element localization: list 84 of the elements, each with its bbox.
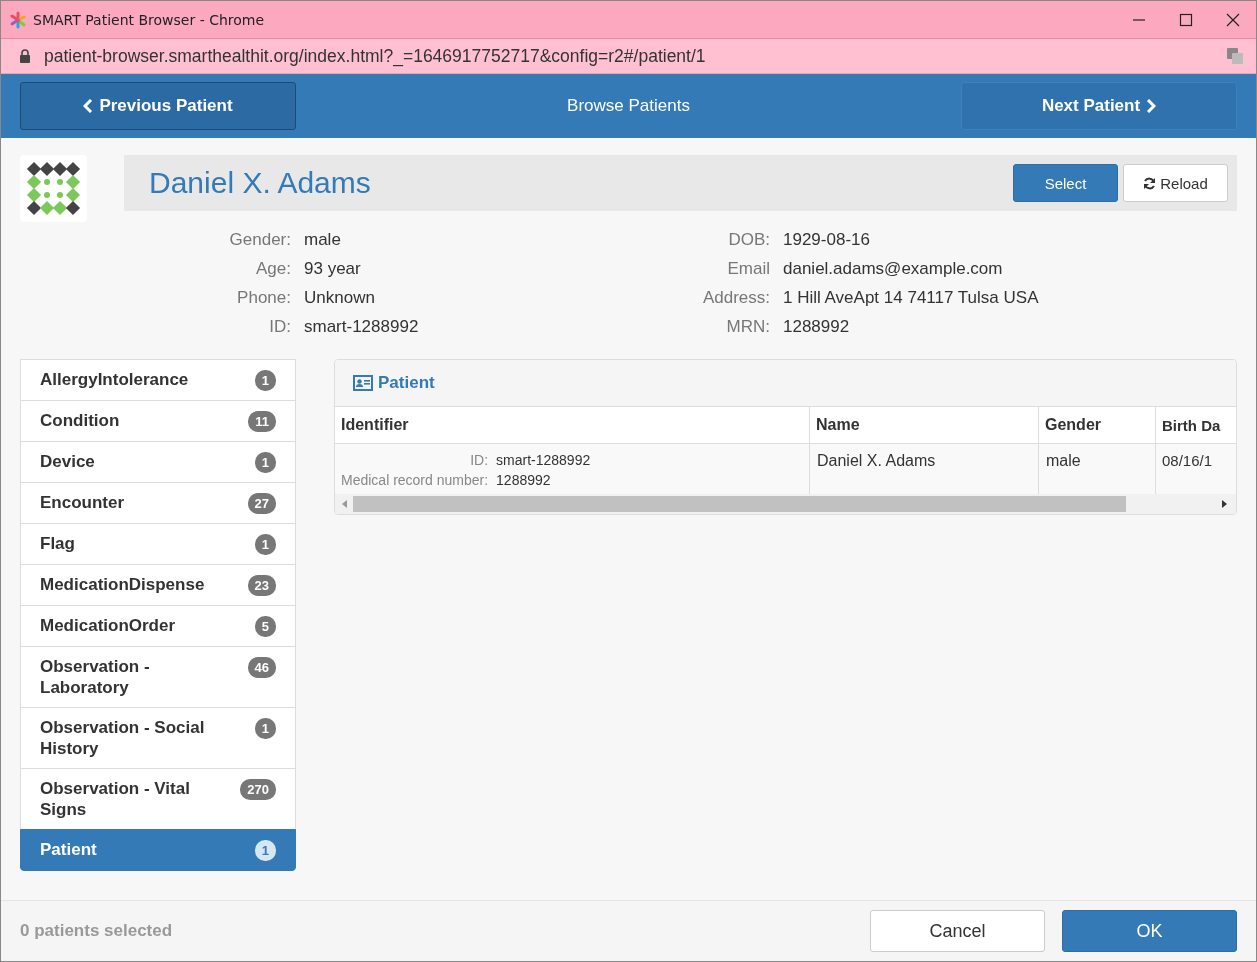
window-title: SMART Patient Browser - Chrome <box>33 11 266 28</box>
count-badge: 46 <box>247 657 276 678</box>
sidebar-item[interactable]: AllergyIntolerance 1 <box>20 359 296 401</box>
select-button[interactable]: Select <box>1013 164 1118 202</box>
selection-status: 0 patients selected <box>20 921 173 941</box>
column-header[interactable]: Identifier <box>335 407 810 444</box>
detail-value: daniel.adams@example.com <box>783 258 1004 280</box>
app-icon <box>9 10 27 29</box>
detail-value: 93 year <box>304 258 362 280</box>
sidebar-item[interactable]: Device 1 <box>20 441 296 483</box>
count-badge: 1 <box>254 370 276 391</box>
count-badge: 23 <box>247 575 276 596</box>
next-patient-button[interactable]: Next Patient <box>961 82 1237 130</box>
identifier-label: Medical record number: <box>341 471 489 490</box>
sidebar-item[interactable]: Observation - Laboratory 46 <box>20 646 296 708</box>
column-header[interactable]: Birth Da <box>1155 407 1236 444</box>
close-icon[interactable] <box>1226 12 1240 27</box>
detail-label: Phone: <box>236 287 291 309</box>
detail-value: 1929-08-16 <box>783 229 871 251</box>
item-label: Observation - Social History <box>40 717 206 759</box>
count-badge: 1 <box>254 718 276 739</box>
patient-avatar <box>20 155 87 222</box>
table-cell: Daniel X. Adams <box>809 443 1039 494</box>
detail-value: smart-1288992 <box>304 316 420 338</box>
sidebar-item[interactable]: MedicationDispense 23 <box>20 564 296 606</box>
count-badge: 5 <box>254 616 276 637</box>
detail-label: DOB: <box>727 229 770 251</box>
identifier-value: 1288992 <box>496 471 552 490</box>
item-label: Observation - Vital Signs <box>40 778 191 820</box>
detail-label: ID: <box>268 316 291 338</box>
patient-name: Daniel X. Adams <box>149 166 371 200</box>
detail-label: Email <box>726 258 770 280</box>
count-badge: 1 <box>254 452 276 473</box>
count-badge: 270 <box>240 779 276 800</box>
sidebar-item[interactable]: Patient 1 <box>20 829 296 871</box>
item-label: AllergyIntolerance <box>40 369 190 390</box>
count-badge: 1 <box>254 840 276 861</box>
count-badge: 11 <box>248 411 276 432</box>
scroll-left-icon <box>341 500 349 508</box>
item-label: MedicationDispense <box>40 574 206 595</box>
identifier-label: ID: <box>469 451 489 470</box>
sidebar-item[interactable]: Flag 1 <box>20 523 296 565</box>
chevron-right-icon <box>1146 99 1157 113</box>
item-label: Flag <box>40 533 76 554</box>
refresh-icon <box>1143 176 1157 190</box>
item-label: Observation - Laboratory <box>40 656 151 698</box>
detail-label: MRN: <box>725 316 770 338</box>
count-badge: 1 <box>254 534 276 555</box>
item-label: Patient <box>40 839 98 860</box>
sidebar-item[interactable]: Observation - Vital Signs 270 <box>20 768 296 830</box>
item-label: Condition <box>40 410 121 431</box>
cancel-button[interactable]: Cancel <box>870 910 1045 952</box>
table-cell: male <box>1038 443 1156 494</box>
detail-value: male <box>304 229 342 251</box>
detail-label: Age: <box>255 258 291 280</box>
scrollbar-thumb[interactable] <box>353 496 1126 512</box>
column-header[interactable]: Name <box>809 407 1039 444</box>
panel-title: Patient <box>378 373 435 393</box>
ok-button[interactable]: OK <box>1062 910 1237 952</box>
previous-patient-button[interactable]: Previous Patient <box>20 82 296 130</box>
item-label: MedicationOrder <box>40 615 177 636</box>
id-card-icon <box>353 375 373 391</box>
maximize-icon[interactable] <box>1179 12 1193 27</box>
identifier-value: smart-1288992 <box>496 451 591 470</box>
count-badge: 27 <box>247 493 276 514</box>
detail-value: Unknown <box>304 287 376 309</box>
sidebar-item[interactable]: Encounter 27 <box>20 482 296 524</box>
detail-label: Gender: <box>228 229 291 251</box>
sidebar-item[interactable]: Observation - Social History 1 <box>20 707 296 769</box>
table-cell: 08/16/1 <box>1155 443 1236 494</box>
reload-button[interactable]: Reload <box>1123 164 1228 202</box>
sidebar-item[interactable]: Condition 11 <box>20 400 296 442</box>
detail-value: 1288992 <box>783 316 851 338</box>
browse-patients-link[interactable]: Browse Patients <box>567 96 690 116</box>
item-label: Device <box>40 451 96 472</box>
chevron-left-icon <box>83 99 94 113</box>
sidebar-item[interactable]: MedicationOrder 5 <box>20 605 296 647</box>
horizontal-scrollbar[interactable] <box>335 494 1236 514</box>
item-label: Encounter <box>40 492 126 513</box>
scroll-right-icon <box>1220 500 1228 508</box>
column-header[interactable]: Gender <box>1038 407 1156 444</box>
detail-value: 1 Hill AveApt 14 74117 Tulsa USA <box>783 287 1040 309</box>
detail-label: Address: <box>701 287 770 309</box>
lock-icon <box>19 49 31 63</box>
